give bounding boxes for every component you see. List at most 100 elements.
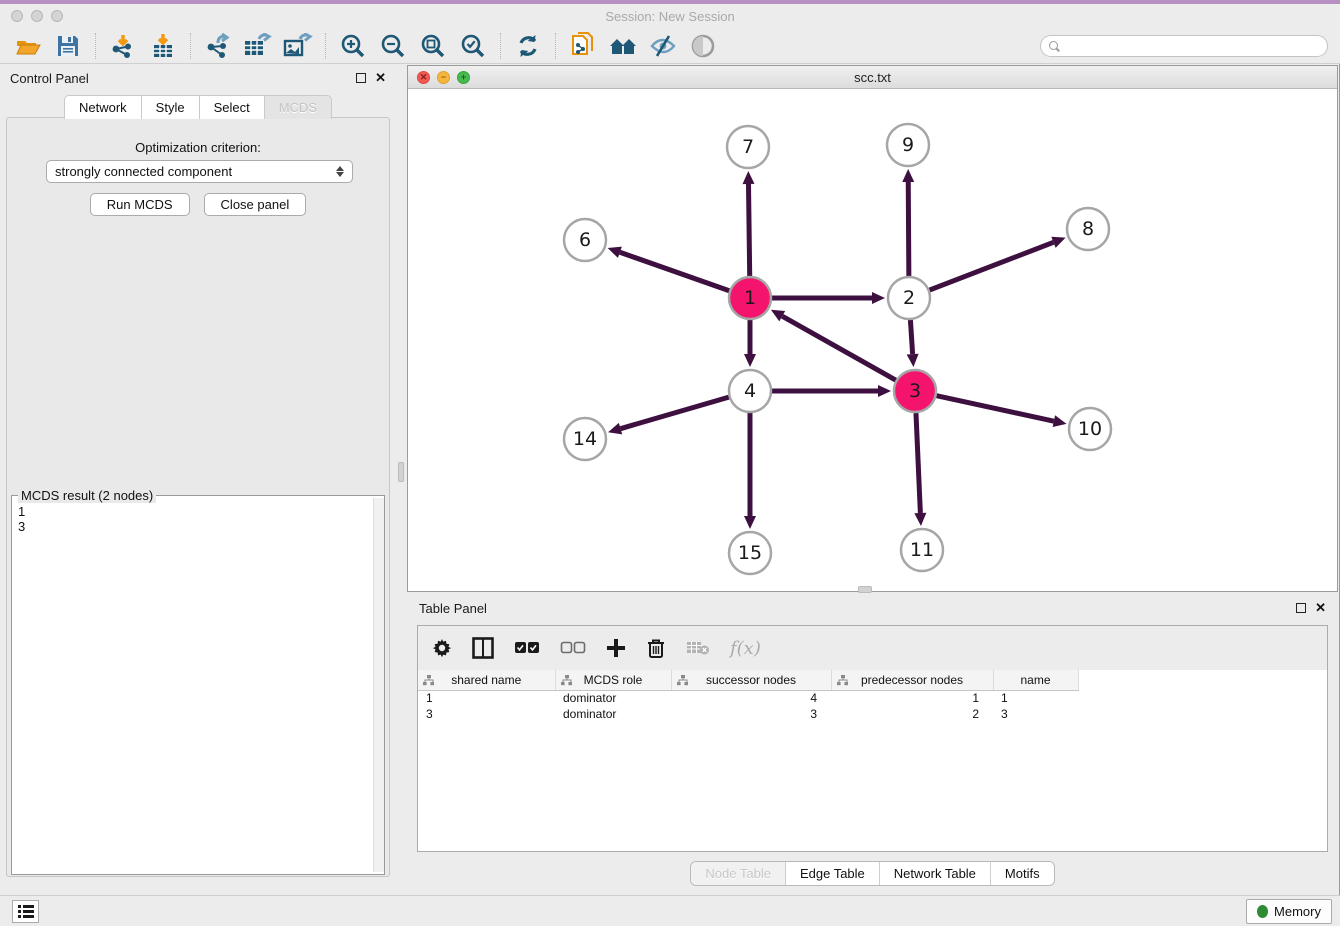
task-history-button[interactable]	[12, 900, 39, 923]
graph-edge-3-1[interactable]	[782, 316, 896, 380]
tab-motifs[interactable]: Motifs	[990, 862, 1054, 885]
memory-button[interactable]: Memory	[1246, 899, 1332, 924]
cell-shared-name[interactable]: 3	[418, 706, 555, 722]
zoom-selected-icon[interactable]	[458, 32, 488, 60]
vertical-splitter-grip[interactable]	[398, 462, 404, 482]
window-controls[interactable]	[11, 10, 63, 22]
tab-node-table[interactable]: Node Table	[691, 862, 785, 885]
clone-network-icon[interactable]	[568, 32, 598, 60]
column-header-predecessor-nodes[interactable]: predecessor nodes	[831, 670, 993, 690]
deselect-all-icon[interactable]	[560, 641, 586, 655]
table-row[interactable]: 1 dominator 4 1 1	[418, 690, 1327, 706]
zoom-window-button[interactable]	[51, 10, 63, 22]
add-icon[interactable]	[606, 638, 626, 658]
graph-edge-1-6[interactable]	[620, 252, 729, 290]
hide-details-icon[interactable]	[648, 32, 678, 60]
export-network-icon[interactable]	[203, 32, 233, 60]
graph-edge-4-14[interactable]	[621, 397, 729, 429]
graph-node-label-7: 7	[742, 136, 754, 158]
zoom-fit-icon[interactable]	[418, 32, 448, 60]
network-graph[interactable]: 7968124314101511	[408, 89, 1337, 591]
mcds-result-scrollbar[interactable]	[373, 498, 384, 872]
tab-network[interactable]: Network	[64, 95, 142, 119]
table-row[interactable]: 3 dominator 3 2 3	[418, 706, 1327, 722]
graph-arrowhead-3-11	[914, 513, 926, 526]
horizontal-splitter-grip[interactable]	[858, 586, 872, 593]
optimization-criterion-select[interactable]: strongly connected component	[46, 160, 353, 183]
tab-network-table[interactable]: Network Table	[879, 862, 990, 885]
network-close-button[interactable]: ✕	[417, 71, 430, 84]
cell-shared-name[interactable]: 1	[418, 690, 555, 706]
column-icon[interactable]	[472, 637, 494, 659]
run-mcds-button[interactable]: Run MCDS	[90, 193, 190, 216]
control-panel-title: Control Panel	[10, 71, 89, 86]
graph-edge-3-10[interactable]	[936, 396, 1053, 421]
node-table: shared name MCDS role successor nodes pr…	[418, 670, 1327, 722]
float-panel-icon[interactable]	[356, 73, 366, 83]
home-layout-icon[interactable]	[608, 32, 638, 60]
cell-predecessor-nodes[interactable]: 2	[831, 706, 993, 722]
cell-successor-nodes[interactable]: 3	[671, 706, 831, 722]
graph-node-label-1: 1	[744, 287, 756, 309]
export-image-icon[interactable]	[283, 32, 313, 60]
minimize-window-button[interactable]	[31, 10, 43, 22]
network-canvas[interactable]: 7968124314101511	[408, 89, 1337, 591]
zoom-in-icon[interactable]	[338, 32, 368, 60]
import-network-icon[interactable]	[108, 32, 138, 60]
delete-table-icon[interactable]	[686, 640, 710, 656]
app-title: Session: New Session	[0, 9, 1340, 24]
close-window-button[interactable]	[11, 10, 23, 22]
zoom-out-icon[interactable]	[378, 32, 408, 60]
close-table-panel-icon[interactable]: ✕	[1315, 603, 1326, 613]
close-panel-button[interactable]: Close panel	[204, 193, 307, 216]
tab-edge-table[interactable]: Edge Table	[785, 862, 879, 885]
tab-style[interactable]: Style	[142, 95, 200, 119]
select-all-icon[interactable]	[514, 641, 540, 655]
control-panel-tabs: Network Style Select MCDS	[0, 95, 396, 119]
graph-arrowhead-1-2	[872, 292, 885, 304]
export-table-icon[interactable]	[243, 32, 273, 60]
graph-node-label-9: 9	[902, 134, 914, 156]
search-icon	[1049, 41, 1060, 52]
cell-mcds-role[interactable]: dominator	[555, 690, 671, 706]
open-folder-icon[interactable]	[13, 32, 43, 60]
graph-arrowhead-1-6	[608, 247, 622, 258]
search-input[interactable]	[1040, 35, 1328, 57]
cell-predecessor-nodes[interactable]: 1	[831, 690, 993, 706]
graph-edge-2-8[interactable]	[930, 242, 1054, 290]
column-header-shared-name[interactable]: shared name	[418, 670, 555, 690]
column-header-successor-nodes[interactable]: successor nodes	[671, 670, 831, 690]
save-icon[interactable]	[53, 32, 83, 60]
cell-name[interactable]: 3	[993, 706, 1078, 722]
cell-name[interactable]: 1	[993, 690, 1078, 706]
function-icon[interactable]: f(x)	[730, 638, 761, 659]
graph-node-label-3: 3	[909, 380, 921, 402]
graph-edge-3-11[interactable]	[916, 413, 920, 513]
graph-edge-2-9[interactable]	[908, 182, 909, 276]
cell-mcds-role[interactable]: dominator	[555, 706, 671, 722]
tab-mcds[interactable]: MCDS	[265, 95, 332, 119]
gear-icon[interactable]	[432, 638, 452, 658]
network-window-titlebar[interactable]: ✕ − + scc.txt	[408, 66, 1337, 89]
graph-edge-2-3[interactable]	[910, 320, 912, 354]
toolbar-separator	[95, 33, 96, 59]
close-panel-icon[interactable]: ✕	[375, 73, 386, 83]
tab-select[interactable]: Select	[200, 95, 265, 119]
graph-arrowhead-4-15	[744, 516, 756, 529]
graph-node-label-8: 8	[1082, 218, 1094, 240]
mcds-result-text[interactable]: 1 3	[12, 500, 372, 874]
delete-icon[interactable]	[646, 637, 666, 659]
show-details-icon[interactable]	[688, 32, 718, 60]
column-header-name[interactable]: name	[993, 670, 1078, 690]
cell-successor-nodes[interactable]: 4	[671, 690, 831, 706]
import-table-icon[interactable]	[148, 32, 178, 60]
graph-edge-1-7[interactable]	[748, 184, 749, 276]
network-maximize-button[interactable]: +	[457, 71, 470, 84]
refresh-icon[interactable]	[513, 32, 543, 60]
toolbar-separator	[555, 33, 556, 59]
network-minimize-button[interactable]: −	[437, 71, 450, 84]
column-header-mcds-role[interactable]: MCDS role	[555, 670, 671, 690]
graph-node-label-4: 4	[744, 380, 756, 402]
control-panel: Control Panel ✕ Network Style Select MCD…	[0, 65, 396, 880]
float-table-panel-icon[interactable]	[1296, 603, 1306, 613]
